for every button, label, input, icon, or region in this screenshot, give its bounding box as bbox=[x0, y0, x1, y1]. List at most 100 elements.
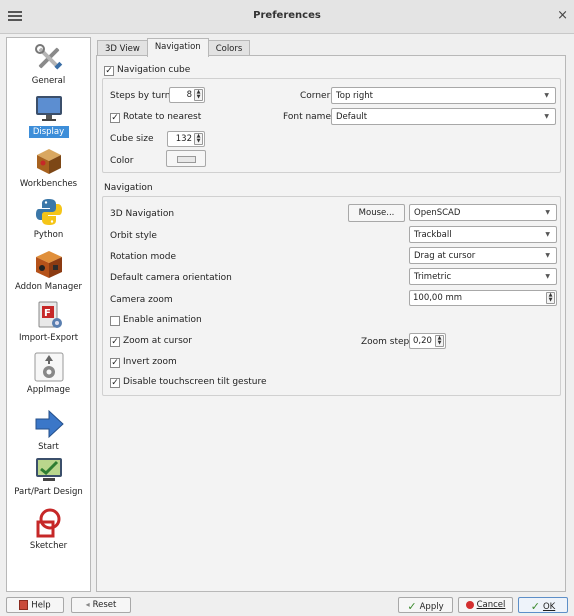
rotate-to-nearest-label: Rotate to nearest bbox=[123, 112, 202, 122]
sidebar-item-label: Python bbox=[33, 230, 64, 240]
appimage-gear-icon bbox=[34, 352, 63, 382]
sidebar-item-display[interactable]: Display bbox=[7, 92, 90, 138]
help-button-label: Help bbox=[31, 600, 51, 611]
camera-orientation-value: Trimetric bbox=[414, 272, 452, 282]
navigation-cube-checkbox[interactable]: ✓ bbox=[104, 66, 114, 76]
enable-animation-checkbox[interactable] bbox=[110, 316, 120, 326]
orbit-style-value: Trackball bbox=[414, 230, 452, 240]
category-sidebar: General Display Workbenches Python Addon… bbox=[6, 37, 91, 592]
rotation-mode-value: Drag at cursor bbox=[414, 251, 476, 261]
cube-size-label: Cube size bbox=[110, 134, 154, 144]
sidebar-item-label: Part/Part Design bbox=[14, 487, 83, 497]
cancel-button-label: Cancel bbox=[476, 600, 506, 610]
sidebar-item-addon-manager[interactable]: Addon Manager bbox=[7, 248, 90, 292]
3d-navigation-dropdown[interactable]: OpenSCAD ▼ bbox=[409, 204, 557, 221]
invert-zoom-checkbox[interactable]: ✓ bbox=[110, 358, 120, 368]
corner-value: Top right bbox=[336, 91, 374, 101]
sidebar-item-start[interactable]: Start bbox=[7, 408, 90, 452]
wrench-screwdriver-icon bbox=[34, 44, 62, 70]
ok-check-icon: ✓ bbox=[530, 600, 540, 613]
spin-arrows-icon[interactable]: ▲ ▼ bbox=[435, 335, 444, 347]
disable-tilt-checkbox[interactable]: ✓ bbox=[110, 378, 120, 388]
steps-by-turn-spinbox[interactable]: 8 ▲ ▼ bbox=[169, 87, 205, 103]
sketcher-icon bbox=[36, 508, 60, 538]
camera-zoom-spinbox[interactable]: 100,00 mm ▲ ▼ bbox=[409, 290, 557, 306]
sidebar-item-workbenches[interactable]: Workbenches bbox=[7, 145, 90, 189]
zoom-at-cursor-label: Zoom at cursor bbox=[123, 336, 192, 346]
start-arrow-icon bbox=[35, 409, 64, 439]
import-export-icon: F bbox=[38, 301, 62, 328]
invert-zoom-label: Invert zoom bbox=[123, 357, 177, 367]
sidebar-item-sketcher[interactable]: Sketcher bbox=[7, 507, 90, 551]
mouse-button[interactable]: Mouse... bbox=[348, 204, 405, 222]
color-label: Color bbox=[110, 156, 134, 166]
spin-arrows-icon[interactable]: ▲ ▼ bbox=[194, 89, 203, 101]
reset-button[interactable]: ◂ Reset bbox=[71, 597, 131, 613]
font-name-label: Font name: bbox=[283, 112, 335, 122]
workbench-cube-icon bbox=[36, 149, 61, 174]
rotation-mode-dropdown[interactable]: Drag at cursor ▼ bbox=[409, 247, 557, 264]
sidebar-item-label: AppImage bbox=[26, 385, 71, 395]
apply-check-icon: ✓ bbox=[407, 600, 417, 613]
cancel-button[interactable]: Cancel bbox=[458, 597, 513, 613]
monitor-icon bbox=[35, 96, 62, 121]
cube-color-button[interactable] bbox=[166, 150, 206, 167]
steps-by-turn-value: 8 bbox=[186, 90, 192, 100]
camera-zoom-value: 100,00 mm bbox=[413, 293, 463, 303]
zoom-step-value: 0,20 bbox=[413, 336, 432, 346]
zoom-at-cursor-checkbox[interactable]: ✓ bbox=[110, 337, 120, 347]
title-bar: Preferences × bbox=[0, 0, 574, 34]
sidebar-item-label: Workbenches bbox=[19, 179, 78, 189]
spin-arrows-icon[interactable]: ▲ ▼ bbox=[194, 133, 203, 145]
cancel-circle-icon bbox=[465, 600, 474, 609]
part-design-icon bbox=[35, 458, 62, 481]
sidebar-item-label: Sketcher bbox=[29, 541, 68, 551]
sidebar-item-label: General bbox=[31, 76, 66, 86]
enable-animation-label: Enable animation bbox=[123, 315, 202, 325]
camera-orientation-label: Default camera orientation bbox=[110, 273, 232, 283]
help-button[interactable]: Help bbox=[6, 597, 64, 613]
rotation-mode-label: Rotation mode bbox=[110, 252, 177, 262]
navigation-group-title: Navigation bbox=[104, 183, 153, 193]
3d-navigation-label: 3D Navigation bbox=[110, 209, 175, 219]
orbit-style-label: Orbit style bbox=[110, 231, 157, 241]
sidebar-item-python[interactable]: Python bbox=[7, 196, 90, 240]
camera-zoom-label: Camera zoom bbox=[110, 295, 173, 305]
navigation-cube-label: Navigation cube bbox=[117, 65, 191, 75]
zoom-step-spinbox[interactable]: 0,20 ▲ ▼ bbox=[409, 333, 446, 349]
addon-box-icon bbox=[35, 251, 62, 278]
rotate-to-nearest-checkbox[interactable]: ✓ bbox=[110, 113, 120, 123]
python-logo-icon bbox=[35, 199, 62, 225]
font-name-dropdown[interactable]: Default ▼ bbox=[331, 108, 556, 125]
sidebar-item-part-design[interactable]: Part/Part Design bbox=[7, 453, 90, 497]
ok-button-label: OK bbox=[542, 602, 556, 612]
sidebar-item-import-export[interactable]: F Import-Export bbox=[7, 299, 90, 343]
chevron-down-icon: ▼ bbox=[544, 92, 549, 99]
corner-label: Corner bbox=[300, 91, 331, 101]
window-title: Preferences bbox=[253, 10, 321, 21]
color-swatch bbox=[177, 156, 196, 163]
sidebar-item-label: Addon Manager bbox=[14, 282, 82, 292]
spin-arrows-icon[interactable]: ▲ ▼ bbox=[546, 292, 555, 304]
sidebar-item-appimage[interactable]: AppImage bbox=[7, 351, 90, 395]
chevron-down-icon: ▼ bbox=[545, 209, 550, 216]
steps-by-turn-label: Steps by turn bbox=[110, 91, 171, 101]
chevron-down-icon: ▼ bbox=[545, 273, 550, 280]
corner-dropdown[interactable]: Top right ▼ bbox=[331, 87, 556, 104]
chevron-down-icon: ▼ bbox=[544, 113, 549, 120]
apply-button-label: Apply bbox=[419, 602, 444, 612]
camera-orientation-dropdown[interactable]: Trimetric ▼ bbox=[409, 268, 557, 285]
orbit-style-dropdown[interactable]: Trackball ▼ bbox=[409, 226, 557, 243]
sidebar-item-general[interactable]: General bbox=[7, 42, 90, 86]
close-icon[interactable]: × bbox=[557, 8, 568, 23]
sidebar-item-label: Import-Export bbox=[18, 333, 79, 343]
tab-bar: 3D View Navigation Colors bbox=[97, 38, 251, 57]
cube-size-value: 132 bbox=[175, 134, 192, 144]
cube-size-spinbox[interactable]: 132 ▲ ▼ bbox=[167, 131, 205, 147]
disable-tilt-label: Disable touchscreen tilt gesture bbox=[123, 377, 267, 387]
sidebar-item-label: Start bbox=[38, 442, 59, 452]
apply-button[interactable]: ✓ Apply bbox=[398, 597, 453, 613]
reset-button-label: Reset bbox=[92, 600, 117, 610]
ok-button[interactable]: ✓ OK bbox=[518, 597, 568, 613]
tab-navigation[interactable]: Navigation bbox=[146, 38, 209, 57]
